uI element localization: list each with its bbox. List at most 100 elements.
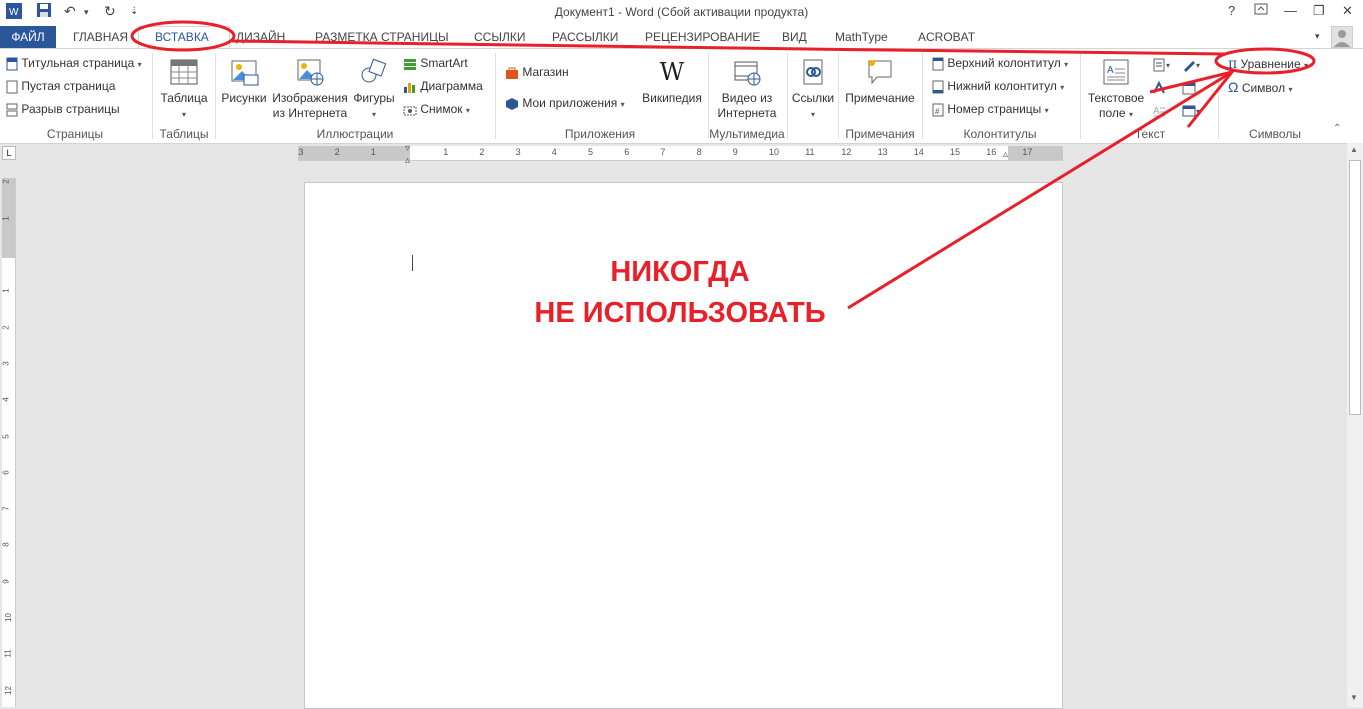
group-label-apps: Приложения (564, 127, 636, 141)
tab-home[interactable]: ГЛАВНАЯ (73, 30, 128, 44)
tab-insert[interactable]: ВСТАВКА (155, 30, 209, 44)
first-line-indent-marker[interactable]: ▿ (405, 143, 410, 154)
wikipedia-label: Википедия (642, 91, 702, 105)
header-button[interactable]: Верхний колонтитул ▾ (932, 56, 1068, 71)
ruler-tick-label: 12 (841, 147, 852, 157)
group-label-text: Текст (1134, 127, 1166, 141)
shapes-button[interactable]: Фигуры ▾ (350, 57, 398, 122)
group-separator (1080, 53, 1081, 139)
chart-icon (404, 82, 415, 93)
text-box-button[interactable]: A Текстовое поле ▾ (1084, 57, 1148, 122)
group-separator (922, 53, 923, 139)
group-separator (152, 53, 153, 139)
quick-parts-button[interactable]: ▾ (1152, 57, 1170, 72)
ruler-tick-label: 12 (3, 685, 13, 695)
ruler-tick-label: 10 (3, 613, 13, 622)
ribbon-display-options-icon[interactable] (1254, 3, 1268, 18)
group-label-header-footer: Колонтитулы (963, 127, 1037, 141)
ruler-tick-label: 10 (769, 147, 780, 157)
group-label-symbols: Символы (1249, 127, 1301, 141)
annotation-line-1: НИКОГДА (610, 256, 750, 288)
object-button[interactable]: ▾ (1182, 103, 1200, 118)
group-label-illustrations: Иллюстрации (316, 127, 394, 141)
blank-page-button[interactable]: Пустая страница (6, 79, 115, 94)
tab-mailings[interactable]: РАССЫЛКИ (552, 30, 618, 44)
svg-text:A: A (1153, 106, 1160, 117)
wordart-icon (1153, 80, 1165, 94)
online-pictures-icon (297, 59, 324, 86)
ruler-tick-label: 6 (1, 470, 11, 475)
ruler-tick-label: 5 (1, 433, 11, 439)
drop-cap-button[interactable]: A (1152, 103, 1166, 118)
text-box-label-1: Текстовое (1087, 91, 1145, 105)
tab-acrobat[interactable]: ACROBAT (918, 30, 975, 44)
smartart-label: SmartArt (420, 56, 468, 70)
ribbon-tabs: ФАЙЛ ГЛАВНАЯ ВСТАВКА ДИЗАЙН РАЗМЕТКА СТР… (0, 25, 1363, 50)
restore-button[interactable]: ❐ (1313, 3, 1325, 19)
online-video-label-1: Видео из (721, 91, 773, 105)
tab-design[interactable]: ДИЗАЙН (236, 30, 285, 44)
tab-review[interactable]: РЕЦЕНЗИРОВАНИЕ (645, 30, 760, 44)
scrollbar-thumb[interactable] (1349, 160, 1361, 415)
symbol-button[interactable]: Ω Символ ▾ (1228, 79, 1292, 95)
my-apps-button[interactable]: Мои приложения ▾ (505, 96, 625, 111)
date-time-button[interactable] (1182, 80, 1196, 95)
help-button[interactable]: ? (1228, 3, 1235, 18)
footer-button[interactable]: Нижний колонтитул ▾ (932, 79, 1064, 94)
tab-mathtype[interactable]: MathType (835, 30, 888, 44)
vertical-ruler-ticks: 2 1 1 2 3 4 5 6 7 8 9 10 11 12 (0, 0, 16, 707)
online-pictures-button[interactable]: Изображения из Интернета (270, 57, 350, 121)
collapse-ribbon-icon[interactable]: ⌃ (1333, 123, 1341, 134)
header-icon (932, 57, 944, 71)
table-button[interactable]: Таблица ▾ (156, 57, 212, 122)
screenshot-button[interactable]: Снимок ▾ (403, 102, 470, 117)
page-break-button[interactable]: Разрыв страницы (6, 102, 120, 117)
wordart-button[interactable] (1152, 80, 1166, 95)
tab-references[interactable]: ССЫЛКИ (474, 30, 525, 44)
tab-view[interactable]: ВИД (782, 30, 807, 44)
pictures-label: Рисунки (221, 91, 267, 105)
left-indent-marker[interactable]: ▵ (405, 155, 410, 166)
omega-icon: Ω (1228, 79, 1239, 95)
group-separator (787, 53, 788, 139)
group-label-tables: Таблицы (159, 127, 209, 141)
drop-cap-icon: A (1153, 106, 1165, 117)
ribbon-insert: Титульная страница ▾ Пустая страница Раз… (0, 48, 1363, 144)
store-button[interactable]: Магазин (505, 65, 569, 80)
ruler-tick-label: 2 (479, 147, 485, 157)
pictures-button[interactable]: Рисунки (220, 57, 268, 106)
wikipedia-icon: W (659, 58, 685, 86)
table-icon (170, 59, 198, 85)
ruler-tick-label: 2 (1, 324, 11, 330)
online-video-icon (734, 61, 761, 86)
page-number-button[interactable]: # Номер страницы ▾ (932, 102, 1049, 117)
ruler-tick-label: 2 (334, 147, 340, 157)
close-button[interactable]: ✕ (1342, 3, 1353, 19)
equation-button[interactable]: π Уравнение ▾ (1228, 56, 1308, 72)
scroll-down-icon[interactable]: ▼ (1350, 693, 1358, 702)
ruler-tick-label: 8 (1, 542, 11, 548)
symbol-label: Символ (1241, 81, 1286, 95)
horizontal-ruler-ticks: 3 2 1 1 2 3 4 5 6 7 8 9 10 11 12 13 14 15 16 17 (0, 146, 1363, 160)
ruler-tick-label: 15 (950, 147, 961, 157)
account-dropdown-icon[interactable]: ▾ (1315, 31, 1320, 42)
right-indent-marker[interactable]: ▵ (1003, 149, 1008, 160)
ruler-tick-label: 11 (805, 147, 815, 157)
minimize-button[interactable]: — (1284, 3, 1297, 18)
my-apps-icon (506, 97, 518, 110)
ruler-tick-label: 11 (3, 649, 13, 658)
cover-page-button[interactable]: Титульная страница ▾ (6, 56, 142, 71)
chart-label: Диаграмма (420, 79, 483, 93)
wikipedia-button[interactable]: W Википедия (640, 57, 704, 106)
signature-line-button[interactable]: ▾ (1182, 57, 1200, 72)
tab-page-layout[interactable]: РАЗМЕТКА СТРАНИЦЫ (315, 30, 449, 44)
ruler-tick-label: 4 (551, 147, 557, 157)
links-button[interactable]: Ссылки ▾ (790, 57, 836, 122)
online-video-button[interactable]: Видео из Интернета (713, 57, 781, 121)
comment-button[interactable]: Примечание (842, 57, 918, 106)
title-bar: W ↶ ▾ ↻ ⇣ Документ1 - Word (Сбой активац… (0, 0, 1363, 26)
text-box-icon: A (1103, 59, 1129, 85)
smartart-button[interactable]: SmartArt (403, 56, 468, 71)
chart-button[interactable]: Диаграмма (403, 79, 483, 94)
scroll-up-icon[interactable]: ▲ (1350, 145, 1358, 154)
